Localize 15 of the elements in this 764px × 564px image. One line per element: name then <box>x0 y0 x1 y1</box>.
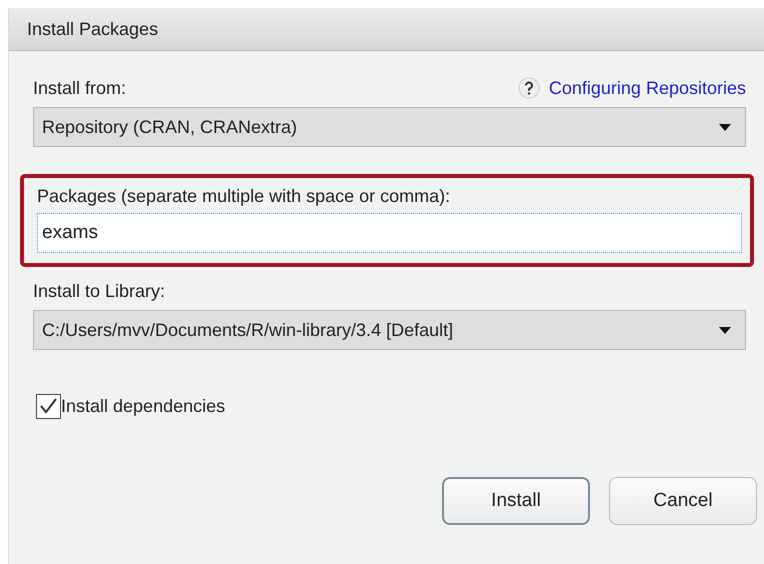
dropdown-arrow-icon <box>719 326 731 334</box>
field-label: Install to Library: <box>33 281 166 302</box>
library-dropdown[interactable]: C:/Users/mvv/Documents/R/win-library/3.4 [Default] <box>33 310 746 350</box>
repository-dropdown[interactable]: Repository (CRAN, CRANextra) <box>33 107 746 147</box>
help-link[interactable]: Configuring Repositories <box>548 78 746 98</box>
packages-input[interactable]: exams <box>37 213 742 253</box>
checkbox[interactable] <box>36 394 61 419</box>
field-label: Install from: <box>33 78 126 98</box>
field-label: Packages (separate multiple with space or comma): <box>37 186 452 207</box>
window-title: Install Packages <box>27 18 158 40</box>
help-icon[interactable] <box>518 77 540 99</box>
install-button[interactable]: Install <box>442 477 590 525</box>
dropdown-arrow-icon <box>719 124 731 130</box>
checkbox-label: Install dependencies <box>61 396 226 417</box>
cancel-button[interactable]: Cancel <box>609 477 757 525</box>
